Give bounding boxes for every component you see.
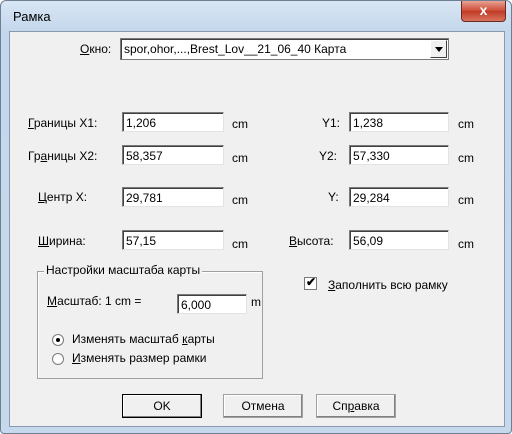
help-button[interactable]: Справка: [316, 394, 396, 418]
bounds-x1-input[interactable]: 1,206: [122, 112, 224, 132]
scale-label: Масштаб: 1 cm =: [47, 294, 142, 308]
radio-change-map-scale-label[interactable]: Изменять масштаб карты: [72, 332, 215, 346]
width-label: Ширина:: [38, 234, 86, 248]
close-button[interactable]: x: [461, 1, 506, 22]
bounds-x1-label: Границы X1:: [28, 116, 98, 130]
center-x-label: Центр X:: [38, 190, 88, 204]
center-x-unit: cm: [232, 193, 248, 207]
check-icon: ✔: [306, 275, 317, 289]
height-input[interactable]: 56,09: [349, 230, 449, 250]
scale-input[interactable]: 6,000: [177, 294, 247, 314]
bounds-y2-unit: cm: [458, 151, 474, 165]
radio-change-map-scale[interactable]: [52, 334, 64, 346]
chevron-down-icon: [435, 47, 443, 52]
fill-frame-checkbox[interactable]: ✔: [304, 275, 317, 290]
bounds-y1-input[interactable]: 1,238: [349, 112, 449, 132]
bounds-x2-unit: cm: [232, 151, 248, 165]
center-x-input[interactable]: 29,781: [122, 187, 224, 207]
center-y-label: Y:: [328, 190, 339, 204]
window-select-value: spor,ohor,...,Brest_Lov__21_06_40 Карта: [124, 42, 347, 56]
radio-change-frame-size[interactable]: [52, 353, 64, 365]
bounds-y1-unit: cm: [458, 117, 474, 131]
bounds-x1-unit: cm: [232, 117, 248, 131]
center-y-unit: cm: [458, 193, 474, 207]
width-unit: cm: [232, 237, 248, 251]
scale-settings-title: Настройки масштаба карты: [44, 263, 203, 277]
close-icon: x: [479, 2, 488, 18]
window-label: Окно:: [80, 42, 112, 56]
bounds-y2-input[interactable]: 57,330: [349, 145, 449, 165]
dialog-window: Рамка x Окно: spor,ohor,...,Brest_Lov__2…: [0, 0, 512, 434]
bounds-x2-label: Границы X2:: [28, 149, 98, 163]
height-label: Высота:: [289, 234, 334, 248]
fill-frame-label[interactable]: Заполнить всю рамку: [328, 278, 448, 292]
height-unit: cm: [458, 237, 474, 251]
ok-button[interactable]: OK: [122, 394, 202, 418]
center-y-input[interactable]: 29,284: [349, 187, 449, 207]
window-select[interactable]: spor,ohor,...,Brest_Lov__21_06_40 Карта: [120, 38, 449, 60]
radio-selected-dot: [56, 338, 60, 342]
width-input[interactable]: 57,15: [122, 230, 224, 250]
bounds-x2-input[interactable]: 58,357: [122, 145, 224, 165]
bounds-y2-label: Y2:: [319, 149, 338, 163]
bounds-y1-label: Y1:: [322, 116, 341, 130]
window-title: Рамка: [13, 9, 51, 24]
scale-unit: m: [251, 295, 261, 309]
cancel-button[interactable]: Отмена: [223, 394, 303, 418]
dropdown-button[interactable]: [430, 40, 447, 58]
radio-change-frame-size-label[interactable]: Изменять размер рамки: [72, 351, 206, 365]
